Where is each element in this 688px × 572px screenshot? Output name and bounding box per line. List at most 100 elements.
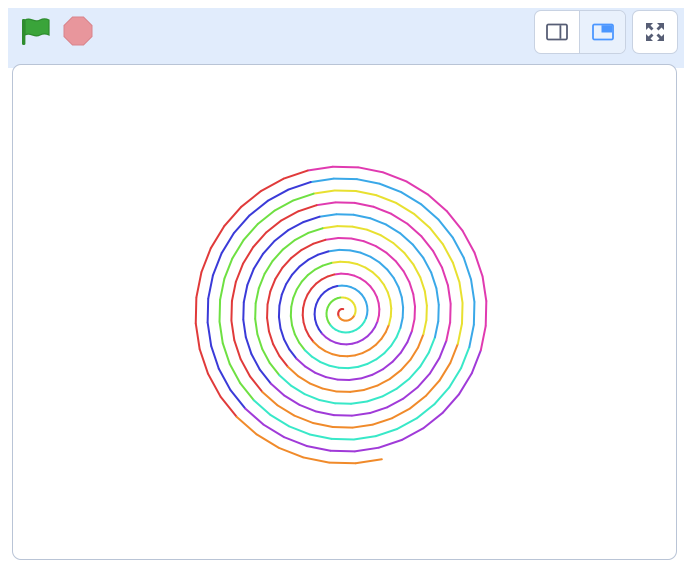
spiral-segment — [410, 317, 416, 332]
spiral-segment — [312, 189, 336, 195]
spiral-segment — [260, 177, 285, 192]
green-flag-button[interactable] — [18, 14, 52, 48]
spiral-segment — [356, 178, 381, 185]
spiral-segment — [392, 276, 400, 289]
spiral-segment — [286, 365, 300, 378]
spiral-segment — [388, 369, 402, 380]
spiral-segment — [278, 355, 289, 368]
spiral-segment — [395, 377, 411, 390]
spiral-segment — [470, 278, 476, 303]
spiral-segment — [390, 336, 398, 347]
spiral-segment — [420, 235, 435, 252]
spiral-segment — [384, 323, 390, 334]
spiral-segment — [357, 362, 369, 368]
spiral-segment — [449, 342, 459, 364]
spiral-segment — [302, 215, 321, 224]
spiral-segment — [258, 368, 272, 385]
spiral-segment — [379, 234, 395, 245]
spiral-segment — [324, 350, 334, 356]
spiral-segment — [303, 349, 313, 358]
spiral-segment — [408, 281, 415, 296]
spiral-segment — [406, 329, 413, 344]
spiral-segment — [283, 436, 308, 447]
spiral-segment — [321, 261, 333, 267]
small-stage-icon — [546, 23, 568, 41]
spiral-segment — [481, 275, 488, 303]
spiral-segment — [378, 261, 389, 271]
stage-layout-toggle — [534, 10, 626, 54]
spiral-segment — [352, 213, 372, 220]
spiral-segment — [361, 348, 371, 355]
spiral-segment — [254, 287, 260, 305]
spiral-segment — [365, 228, 382, 237]
spiral-segment — [441, 266, 449, 287]
spiral-segment — [256, 209, 276, 225]
spiral-segment — [438, 361, 452, 382]
spiral-segment — [428, 226, 444, 246]
spiral-segment — [420, 203, 440, 221]
spiral-segment — [330, 260, 342, 264]
spiral-segment — [461, 229, 476, 254]
spiral-segment — [433, 386, 451, 406]
spiral-segment — [377, 438, 403, 449]
spiral-segment — [473, 251, 484, 278]
spiral-segment — [280, 283, 288, 296]
spiral-segment — [321, 387, 338, 393]
spiral-segment — [350, 412, 371, 417]
spiral-segment — [438, 339, 448, 359]
spiral-segment — [305, 444, 332, 452]
spiral-segment — [283, 394, 301, 406]
spiral-segment — [207, 274, 214, 300]
spiral-segment — [194, 296, 198, 325]
spiral-segment — [334, 201, 356, 204]
fullscreen-button[interactable] — [632, 10, 678, 54]
spiral-segment — [282, 169, 309, 180]
spiral-segment — [409, 346, 420, 361]
spiral-segment — [382, 360, 394, 371]
spiral-segment — [328, 461, 357, 465]
spiral-segment — [408, 365, 422, 380]
spiral-segment — [374, 244, 388, 254]
spiral-segment — [307, 253, 319, 261]
spiral-segment — [334, 402, 353, 405]
spiral-segment — [399, 316, 404, 329]
spiral-segment — [310, 282, 318, 290]
stage-canvas[interactable] — [12, 64, 677, 560]
spiral-segment — [333, 272, 343, 276]
spiral-segment — [274, 266, 284, 281]
spiral-segment — [252, 399, 272, 416]
spiral-segment — [306, 165, 334, 172]
spiral-segment — [266, 188, 290, 202]
spiral-segment — [359, 251, 372, 258]
stop-button[interactable] — [62, 15, 94, 47]
large-stage-button[interactable] — [580, 11, 625, 53]
spiral-segment — [300, 274, 309, 283]
spiral-segment — [234, 262, 245, 283]
spiral-segment — [395, 326, 402, 339]
spiral-segment — [349, 249, 362, 254]
spiral-segment — [324, 376, 339, 381]
spiral-segment — [308, 433, 333, 440]
small-stage-button[interactable] — [535, 11, 580, 53]
spiral-segment — [242, 301, 245, 321]
spiral-segment — [304, 365, 316, 374]
spiral-segment — [230, 319, 236, 342]
spiral-segment — [315, 278, 323, 285]
spiral-segment — [405, 180, 430, 196]
spiral-segment — [391, 351, 402, 363]
spiral-segment — [460, 346, 471, 370]
spiral-segment — [217, 367, 232, 391]
spiral-segment — [242, 318, 247, 339]
spiral-segment — [374, 337, 383, 346]
spiral-segment — [221, 342, 231, 365]
spiral-segment — [285, 273, 294, 286]
spiral-segment — [470, 349, 482, 375]
spiral-segment — [246, 267, 255, 287]
spiral-segment — [233, 339, 242, 360]
spiral-segment — [432, 250, 444, 269]
spiral-segment — [292, 192, 315, 202]
spiral-segment — [331, 165, 360, 169]
spiral-segment — [346, 354, 357, 358]
spiral-segment — [298, 258, 310, 268]
spiral-segment — [403, 251, 415, 266]
